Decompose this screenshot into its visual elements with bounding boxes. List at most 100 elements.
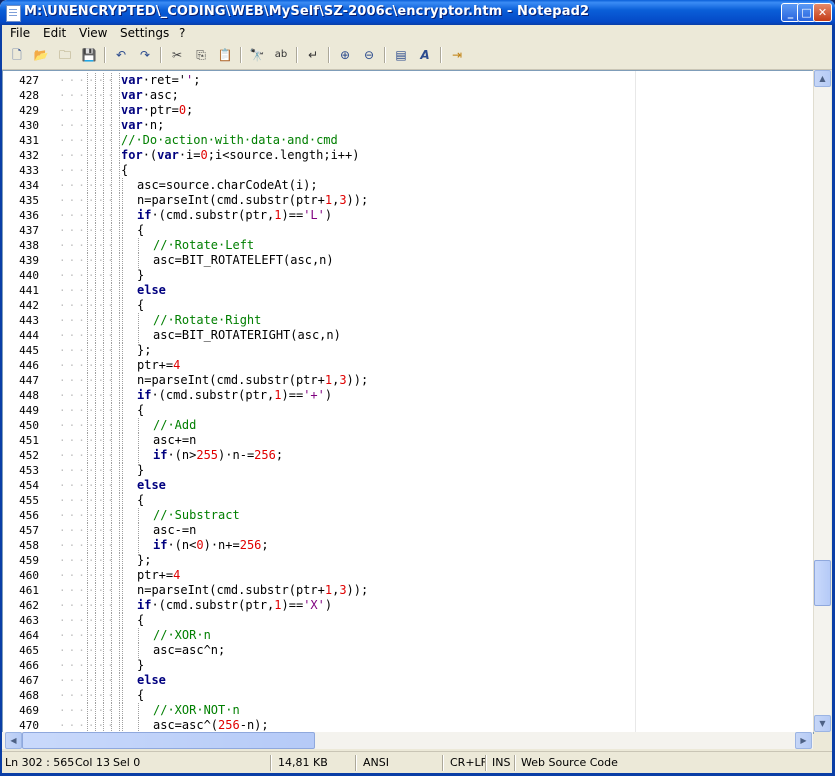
indent-guide <box>119 388 121 403</box>
scroll-left-arrow-icon[interactable]: ◀ <box>5 732 22 749</box>
code-line: 468 ·············· { <box>3 688 813 703</box>
code-line: 470 ·············· asc=asc^(256-n); <box>3 718 813 733</box>
indent-guide <box>95 163 97 178</box>
indent-guide <box>122 328 124 343</box>
code-line: 456 ·············· //·Substract <box>3 508 813 523</box>
indent-guide <box>138 703 140 718</box>
code-line: 448 ·············· if·(cmd.substr(ptr,1)==… <box>3 388 813 403</box>
menu-edit[interactable]: Edit <box>43 26 66 40</box>
cut-icon[interactable]: ✂ <box>168 46 186 64</box>
undo-icon[interactable]: ↶ <box>112 46 130 64</box>
indent-guide <box>119 268 121 283</box>
indent-guide <box>138 418 140 433</box>
line-number: 446 <box>19 359 39 372</box>
indent-guide <box>95 523 97 538</box>
indent-guide <box>103 703 105 718</box>
indent-guide <box>111 358 113 373</box>
code-text: else <box>137 673 166 687</box>
save-icon[interactable]: 💾 <box>80 46 98 64</box>
vertical-scroll-thumb[interactable] <box>814 560 831 606</box>
replace-icon[interactable]: ab <box>272 46 290 64</box>
menu-file[interactable]: File <box>10 26 30 40</box>
indent-guide <box>111 103 113 118</box>
indent-guide <box>138 253 140 268</box>
code-text: var·ret=''; <box>121 73 201 87</box>
word-wrap-icon[interactable]: ↵ <box>304 46 322 64</box>
line-number: 436 <box>19 209 39 222</box>
zoom-out-icon[interactable]: ⊖ <box>360 46 378 64</box>
code-text: { <box>137 688 145 702</box>
indent-guide <box>119 193 121 208</box>
code-text: if·(cmd.substr(ptr,1)=='L') <box>137 208 333 222</box>
status-encoding[interactable]: ANSI <box>363 756 389 769</box>
indent-guide <box>119 178 121 193</box>
whitespace-dots: ·············· <box>59 614 119 627</box>
indent-guide <box>87 118 89 133</box>
exit-icon[interactable]: ⇥ <box>448 46 466 64</box>
close-button[interactable]: ✕ <box>813 3 832 22</box>
line-number: 469 <box>19 704 39 717</box>
whitespace-dots: ·············· <box>59 314 119 327</box>
indent-guide <box>95 283 97 298</box>
line-number: 434 <box>19 179 39 192</box>
redo-icon[interactable]: ↷ <box>136 46 154 64</box>
scroll-up-arrow-icon[interactable]: ▲ <box>814 70 831 87</box>
font-icon[interactable]: A <box>416 46 434 64</box>
indent-guide <box>111 508 113 523</box>
indent-guide <box>87 703 89 718</box>
indent-guide <box>119 643 121 658</box>
scroll-down-arrow-icon[interactable]: ▼ <box>814 715 831 732</box>
new-file-icon[interactable]: 🗋 <box>8 46 26 64</box>
indent-guide <box>122 388 124 403</box>
line-number: 467 <box>19 674 39 687</box>
indent-guide <box>95 208 97 223</box>
indent-guide <box>87 508 89 523</box>
indent-guide <box>111 178 113 193</box>
status-insert-mode[interactable]: INS <box>492 756 510 769</box>
line-number: 430 <box>19 119 39 132</box>
line-number: 447 <box>19 374 39 387</box>
whitespace-dots: ·············· <box>59 209 119 222</box>
indent-guide <box>95 148 97 163</box>
code-line: 459 ··············}; <box>3 553 813 568</box>
code-line: 429 ··············var·ptr=0; <box>3 103 813 118</box>
menu-settings[interactable]: Settings <box>120 26 169 40</box>
indent-guide <box>103 88 105 103</box>
indent-guide <box>103 418 105 433</box>
paste-icon[interactable]: 📋 <box>216 46 234 64</box>
horizontal-scrollbar[interactable]: ◀ ▶ <box>2 732 813 749</box>
vertical-scrollbar[interactable]: ▲ ▼ <box>813 70 831 732</box>
find-icon[interactable]: 🔭 <box>248 46 266 64</box>
indent-guide <box>103 343 105 358</box>
scroll-right-arrow-icon[interactable]: ▶ <box>795 732 812 749</box>
notepad-app-icon[interactable] <box>6 5 21 22</box>
status-syntax-scheme[interactable]: Web Source Code <box>521 756 618 769</box>
zoom-in-icon[interactable]: ⊕ <box>336 46 354 64</box>
browse-icon[interactable]: 🗀 <box>56 46 74 64</box>
code-line: 440 ··············} <box>3 268 813 283</box>
line-number: 441 <box>19 284 39 297</box>
view-whitespace-icon[interactable]: ▤ <box>392 46 410 64</box>
menu-view[interactable]: View <box>79 26 107 40</box>
line-number: 449 <box>19 404 39 417</box>
whitespace-dots: ·············· <box>59 239 119 252</box>
indent-guide <box>95 538 97 553</box>
whitespace-dots: ·············· <box>59 269 119 282</box>
toolbar: 🗋 📂 🗀 💾 ↶ ↷ ✂ ⎘ 📋 🔭 ab ↵ ⊕ ⊖ ▤ A ⇥ <box>0 43 835 70</box>
title-bar[interactable]: M:\UNENCRYPTED\_CODING\WEB\MySelf\SZ-200… <box>0 0 835 25</box>
indent-guide <box>122 493 124 508</box>
code-line: 434 ·············· asc=source.charCodeAt(i… <box>3 178 813 193</box>
indent-guide <box>111 478 113 493</box>
indent-guide <box>138 448 140 463</box>
indent-guide <box>103 433 105 448</box>
open-file-icon[interactable]: 📂 <box>32 46 50 64</box>
whitespace-dots: ·············· <box>59 464 119 477</box>
code-line: 433 ··············{ <box>3 163 813 178</box>
horizontal-scroll-thumb[interactable] <box>22 732 315 749</box>
code-editor[interactable]: 427··············var·ret='';428·········… <box>2 70 814 734</box>
indent-guide <box>122 313 124 328</box>
copy-icon[interactable]: ⎘ <box>192 46 210 64</box>
status-line-ending[interactable]: CR+LF <box>450 756 487 769</box>
menu-help[interactable]: ? <box>179 26 185 40</box>
whitespace-dots: ·············· <box>59 524 119 537</box>
